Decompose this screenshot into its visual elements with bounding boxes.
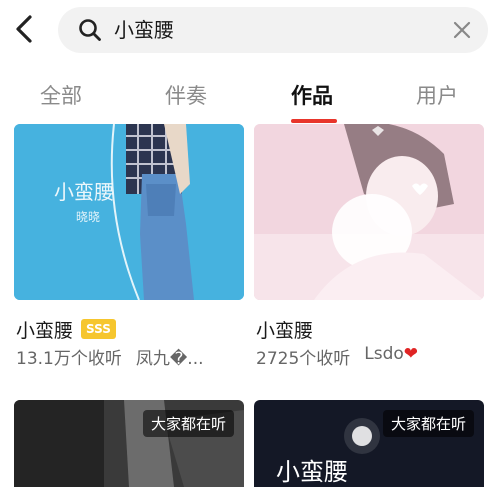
cover-title: 小蛮腰 [276, 458, 348, 486]
trending-badge: 大家都在听 [142, 410, 234, 437]
search-input[interactable]: 小蛮腰 [114, 17, 174, 43]
author-label: Lsdo [364, 344, 404, 364]
tab-accompaniment[interactable]: 伴奏 [165, 80, 207, 110]
tab-users[interactable]: 用户 [416, 80, 458, 110]
back-arrow-icon [16, 15, 32, 43]
tab-works[interactable]: 作品 [291, 80, 333, 110]
clear-icon [453, 21, 471, 39]
card-cover-image[interactable]: 小蛮腰 晓晓 [14, 124, 244, 300]
tab-bar: 全部 伴奏 作品 用户 [0, 62, 499, 124]
card-title[interactable]: 小蛮腰 [256, 316, 313, 343]
clear-button[interactable] [450, 18, 474, 42]
search-box[interactable]: 小蛮腰 [58, 7, 488, 53]
trending-badge: 大家都在听 [382, 410, 474, 437]
tab-all[interactable]: 全部 [40, 80, 82, 110]
tab-active-indicator [291, 119, 337, 123]
rating-badge: SSS [81, 319, 116, 339]
cover-illustration [254, 124, 484, 300]
card-title-row: 小蛮腰 SSS [16, 316, 116, 342]
back-button[interactable] [10, 12, 42, 46]
card-title[interactable]: 小蛮腰 [16, 316, 73, 343]
listen-count: 13.1万个收听 [16, 349, 122, 369]
cover-title: 小蛮腰 [54, 180, 114, 204]
top-bar: 小蛮腰 [0, 0, 499, 62]
card-cover-image[interactable] [254, 124, 484, 300]
card-cover-image[interactable]: 大家都在听 [14, 400, 244, 487]
author-name[interactable]: Lsdo❤ [364, 344, 418, 369]
card-meta: 2725个收听 Lsdo❤ [256, 344, 418, 369]
search-icon [79, 19, 101, 41]
card-meta: 13.1万个收听 凤九�... [16, 344, 204, 369]
heart-emoji: ❤ [403, 344, 419, 364]
card-cover-image[interactable]: 大家都在听 小蛮腰 [254, 400, 484, 487]
author-name[interactable]: 凤九�... [136, 344, 204, 369]
cover-subtitle: 晓晓 [76, 210, 101, 224]
card-title-row: 小蛮腰 [256, 316, 313, 342]
cover-illustration [14, 124, 244, 300]
listen-count: 2725个收听 [256, 349, 351, 369]
